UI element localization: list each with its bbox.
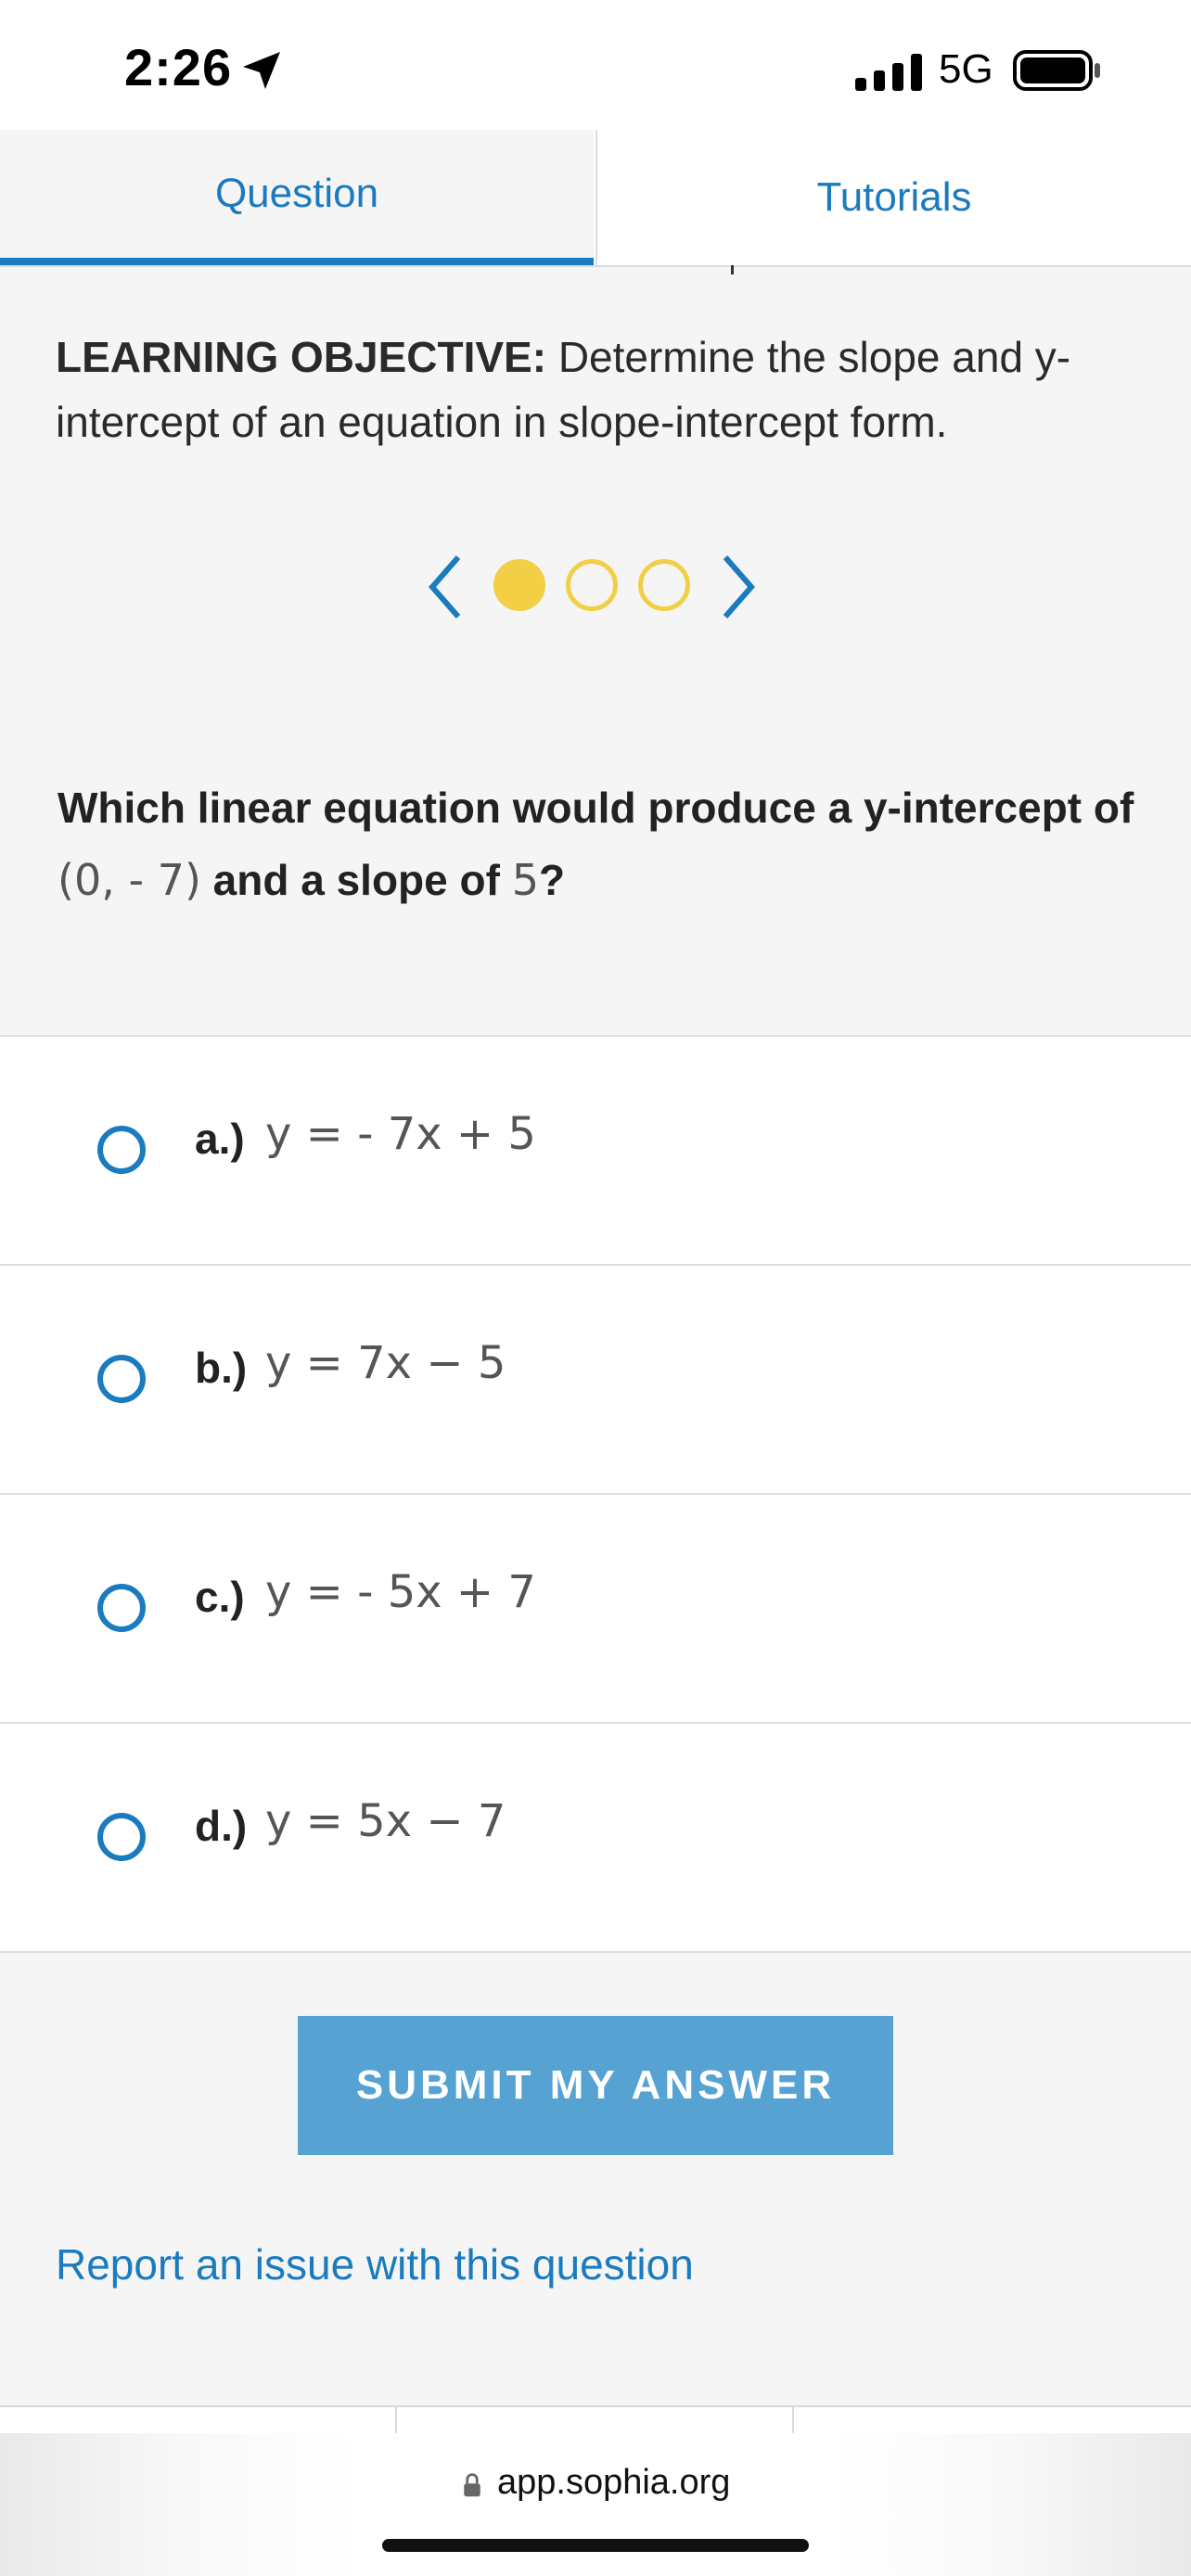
question-text: Which linear equation would produce a y-… (58, 772, 1143, 916)
battery-icon (1013, 50, 1100, 91)
home-indicator[interactable] (382, 2539, 809, 2552)
radio-button[interactable] (97, 1813, 146, 1861)
question-part: Which linear equation would produce a y-… (58, 784, 1134, 832)
status-time: 2:26 (124, 38, 233, 96)
option-label: a.) (195, 1115, 245, 1163)
toolbar-divider (395, 2407, 397, 2435)
answer-options: a.) y = - 7x + 5 b.) y = 7x − 5 c.) y = … (0, 1035, 1191, 1953)
answer-option-d[interactable]: d.) y = 5x − 7 (0, 1722, 1191, 1953)
chevron-right-icon[interactable] (720, 552, 757, 622)
option-label: d.) (195, 1802, 248, 1850)
objective-label: LEARNING OBJECTIVE: (56, 333, 547, 381)
option-equation: y = - 5x + 7 (265, 1566, 536, 1618)
carousel-dot-1[interactable] (493, 559, 545, 611)
carousel-dot-3[interactable] (638, 559, 690, 611)
option-label: c.) (195, 1573, 245, 1621)
answer-option-b[interactable]: b.) y = 7x − 5 (0, 1264, 1191, 1493)
browser-url[interactable]: app.sophia.org (497, 2463, 730, 2503)
option-equation: y = 7x − 5 (265, 1337, 506, 1389)
tab-bar: Question Tutorials (0, 130, 1191, 267)
bottom-toolbar-strip (0, 2405, 1191, 2435)
question-part: and a slope of (200, 856, 512, 904)
question-part: ? (539, 856, 566, 904)
chevron-left-icon[interactable] (427, 552, 464, 622)
browser-address-bar[interactable] (0, 2433, 1191, 2576)
question-carousel (427, 552, 770, 622)
radio-button[interactable] (97, 1355, 146, 1403)
option-label: b.) (195, 1344, 248, 1392)
question-slope: 5 (511, 855, 539, 905)
toolbar-divider (792, 2407, 794, 2435)
radio-button[interactable] (97, 1584, 146, 1632)
option-equation: y = - 7x + 5 (265, 1108, 536, 1160)
cellular-signal-icon (855, 54, 922, 91)
clipped-text-fragment (731, 265, 734, 274)
option-equation: y = 5x − 7 (265, 1795, 506, 1847)
report-issue-link[interactable]: Report an issue with this question (56, 2239, 694, 2289)
lock-icon (464, 2473, 480, 2497)
carousel-dot-2[interactable] (566, 559, 618, 611)
answer-option-a[interactable]: a.) y = - 7x + 5 (0, 1035, 1191, 1264)
submit-answer-button[interactable]: SUBMIT MY ANSWER (298, 2016, 893, 2155)
learning-objective: LEARNING OBJECTIVE: Determine the slope … (56, 325, 1141, 454)
question-point: (0, - 7) (58, 855, 201, 905)
network-type: 5G (939, 46, 993, 92)
tab-tutorials[interactable]: Tutorials (596, 130, 1191, 265)
location-arrow-icon (243, 52, 280, 89)
radio-button[interactable] (97, 1126, 146, 1174)
tab-question[interactable]: Question (0, 130, 594, 265)
answer-option-c[interactable]: c.) y = - 5x + 7 (0, 1493, 1191, 1722)
